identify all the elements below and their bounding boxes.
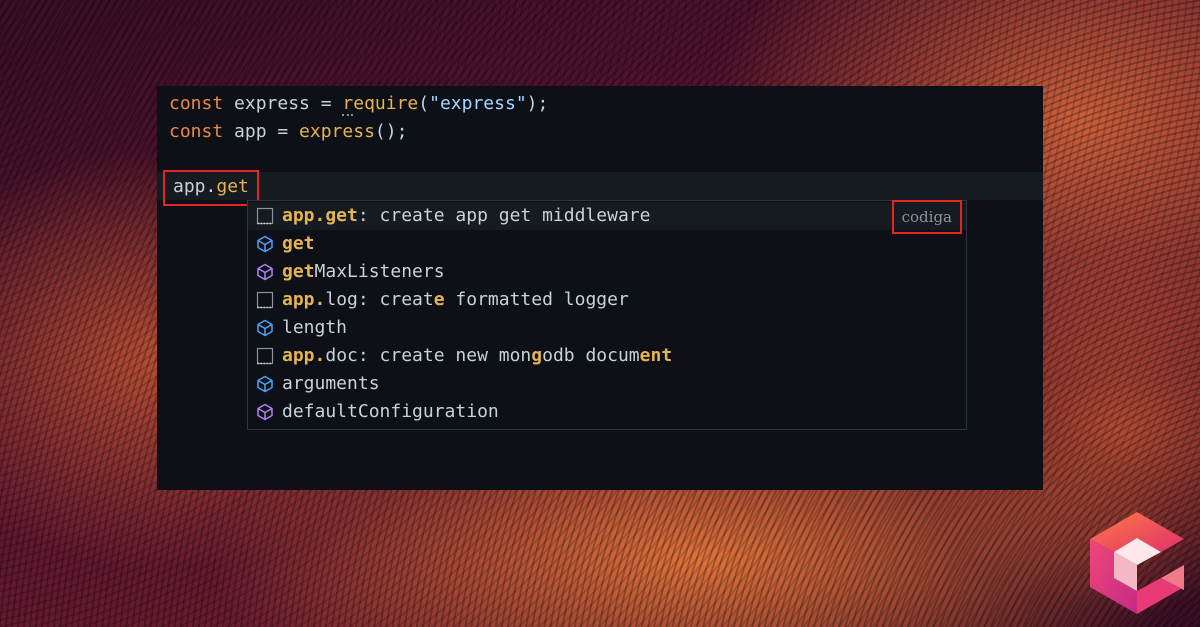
suggestion-label-part: log: creat (325, 289, 434, 310)
suggestion-item[interactable]: getMaxListeners (248, 258, 966, 286)
codiga-logo (1090, 512, 1184, 614)
suggestion-item[interactable]: arguments (248, 370, 966, 398)
suggestion-label-part: : create app get middleware (357, 205, 651, 226)
suggestion-label: app.doc: create new mongodb document (282, 342, 672, 370)
suggestion-label-part: arguments (282, 373, 380, 394)
suggestion-item[interactable]: app.get: create app get middleware codiga (248, 200, 966, 234)
property-icon (257, 235, 273, 253)
suggestion-label-part: nt (650, 345, 673, 366)
suggestion-item[interactable]: get (248, 230, 966, 258)
suggestion-item[interactable]: app.doc: create new mongodb document (248, 342, 966, 370)
snippet-icon (256, 347, 274, 365)
suggestion-label-part: get (282, 233, 315, 254)
suggestion-label: get (282, 230, 315, 258)
suggestion-label-part: doc: create new mon (325, 345, 532, 366)
autocomplete-dropdown[interactable]: app.get: create app get middleware codiga… (247, 200, 967, 430)
suggestion-label-part: odb docum (542, 345, 640, 366)
code-line-2: const app = express(); (169, 121, 408, 142)
suggestion-item[interactable]: app.log: create formatted logger (248, 286, 966, 314)
current-line-highlight (157, 172, 1043, 200)
suggestion-label-part: e (433, 289, 445, 310)
snippet-icon (256, 207, 274, 225)
method-icon (257, 403, 273, 421)
code-line-1: const express = require("express"); (169, 93, 549, 116)
suggestion-label: length (282, 314, 347, 342)
typed-input-highlight[interactable]: app.get (163, 170, 259, 206)
suggestion-label-part: app. (282, 289, 326, 310)
code-editor[interactable]: const express = require("express"); cons… (157, 86, 1043, 490)
property-icon (257, 319, 273, 337)
suggestion-label-part: defaultConfiguration (282, 401, 499, 422)
suggestion-item[interactable]: length (248, 314, 966, 342)
property-icon (257, 375, 273, 393)
suggestion-label-part: get (282, 261, 315, 282)
suggestion-label: getMaxListeners (282, 258, 445, 286)
suggestion-label-part: app. (282, 345, 326, 366)
snippet-icon (256, 291, 274, 309)
suggestion-label-part: formatted logger (444, 289, 629, 310)
suggestion-item[interactable]: defaultConfiguration (248, 398, 966, 426)
suggestion-label: app.get: create app get middleware (282, 202, 650, 230)
suggestion-label-part: MaxListeners (314, 261, 445, 282)
method-icon (257, 263, 273, 281)
suggestion-label: app.log: create formatted logger (282, 286, 629, 314)
suggestion-label-part: g (531, 345, 543, 366)
suggestion-label-part: e (639, 345, 651, 366)
suggestion-source-badge: codiga (891, 200, 962, 234)
suggestion-label: arguments (282, 370, 380, 398)
suggestion-label-part: length (282, 317, 348, 338)
suggestion-label: defaultConfiguration (282, 398, 499, 426)
suggestion-label-part: app.get (282, 205, 358, 226)
